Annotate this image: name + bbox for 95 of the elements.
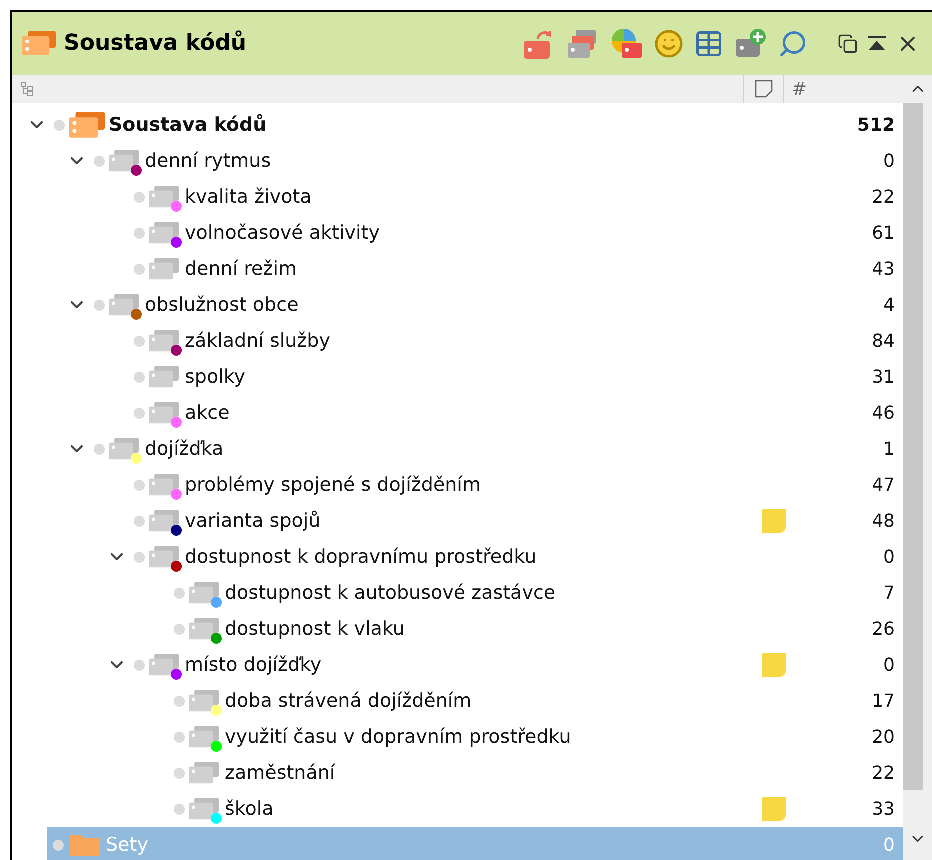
tree-item[interactable]: dostupnost k dopravnímu prostředku 0 <box>12 539 903 575</box>
tree-item[interactable]: denní režim 43 <box>12 251 903 287</box>
scrollbar[interactable] <box>903 103 932 860</box>
tag-icon <box>149 510 179 532</box>
tree-item[interactable]: doba strávená dojížděním 17 <box>12 683 903 719</box>
count-label: 17 <box>871 690 896 714</box>
item-label: dostupnost k vlaku <box>225 616 405 642</box>
count-label: 22 <box>871 186 896 210</box>
count-label: 48 <box>871 510 896 534</box>
search-icon[interactable] <box>778 28 808 58</box>
tree-item[interactable]: akce 46 <box>12 395 903 431</box>
tags-icon <box>22 30 56 56</box>
count-label: 0 <box>882 654 896 678</box>
count-label: 47 <box>871 474 896 498</box>
count-label: 46 <box>871 402 896 426</box>
count-label: 43 <box>871 258 896 282</box>
count-label: 7 <box>882 582 896 606</box>
count-label: 31 <box>871 366 896 390</box>
item-label: dojížďka <box>145 436 224 462</box>
item-label: dostupnost k dopravnímu prostředku <box>185 544 537 570</box>
tree-icon[interactable] <box>20 81 36 97</box>
tag-icon <box>189 690 219 712</box>
item-label: využití času v dopravním prostředku <box>225 724 572 750</box>
tree-item[interactable]: místo dojížďky 0 <box>12 647 903 683</box>
count-label: 1 <box>882 438 896 462</box>
count-label: 33 <box>871 798 896 822</box>
tag-icon <box>149 330 179 352</box>
tree-item[interactable]: škola 33 <box>12 791 903 827</box>
tag-icon <box>149 474 179 496</box>
item-label: volnočasové aktivity <box>185 220 380 246</box>
item-label: doba strávená dojížděním <box>225 688 472 714</box>
tag-icon <box>109 438 139 460</box>
item-label: akce <box>185 400 230 426</box>
tag-icon <box>109 294 139 316</box>
item-label: Soustava kódů <box>109 112 267 138</box>
tree-item[interactable]: Soustava kódů 512 <box>12 107 903 143</box>
tag-icon <box>149 258 179 280</box>
tag-icon <box>109 150 139 172</box>
count-label: 22 <box>871 762 896 786</box>
count-label: 26 <box>871 618 896 642</box>
column-heading[interactable]: # <box>792 76 808 102</box>
count-label: 20 <box>871 726 896 750</box>
tag-icon <box>149 366 179 388</box>
item-label: dostupnost k autobusové zastávce <box>225 580 556 606</box>
window-title: Soustava kódů <box>64 30 246 58</box>
count-label: 512 <box>856 114 896 138</box>
count-label: 0 <box>882 834 896 858</box>
item-label: Sety <box>106 832 148 858</box>
tag-icon <box>149 222 179 244</box>
item-label: kvalita života <box>185 184 312 210</box>
item-label: problémy spojené s dojížděním <box>185 472 481 498</box>
tag-icon <box>149 654 179 676</box>
tree-item[interactable]: dostupnost k vlaku 26 <box>12 611 903 647</box>
item-label: základní služby <box>185 328 330 354</box>
item-label: obslužnost obce <box>145 292 299 318</box>
tree-item[interactable]: obslužnost obce 4 <box>12 287 903 323</box>
tree-item[interactable]: dojížďka 1 <box>12 431 903 467</box>
tree-item[interactable]: problémy spojené s dojížděním 47 <box>12 467 903 503</box>
tree-item[interactable]: využití času v dopravním prostředku 20 <box>12 719 903 755</box>
tree-item[interactable]: volnočasové aktivity 61 <box>12 215 903 251</box>
item-label: varianta spojů <box>185 508 321 534</box>
count-label: 84 <box>871 330 896 354</box>
scroll-thumb[interactable] <box>903 103 923 790</box>
tree-item[interactable]: denní rytmus 0 <box>12 143 903 179</box>
tree-item[interactable]: varianta spojů 48 <box>12 503 903 539</box>
memo-column-icon[interactable] <box>754 80 772 98</box>
count-label: 0 <box>882 150 896 174</box>
item-label: denní rytmus <box>145 148 272 174</box>
table-icon[interactable] <box>694 28 724 58</box>
palette-tag-icon[interactable] <box>610 26 644 60</box>
count-label: 61 <box>871 222 896 246</box>
folder-icon <box>68 832 102 858</box>
tag-icon <box>189 582 219 604</box>
tree-item[interactable]: kvalita života 22 <box>12 179 903 215</box>
tree-item[interactable]: spolky 31 <box>12 359 903 395</box>
item-label: škola <box>225 796 274 822</box>
tree-item[interactable]: základní služby 84 <box>12 323 903 359</box>
item-label: spolky <box>185 364 246 390</box>
tree-item[interactable]: dostupnost k autobusové zastávce 7 <box>12 575 903 611</box>
item-label: místo dojížďky <box>185 652 322 678</box>
tag-icon <box>149 402 179 424</box>
tag-icon <box>189 762 219 784</box>
smiley-icon[interactable] <box>654 28 684 58</box>
restore-icon[interactable] <box>838 34 858 54</box>
tag-icon <box>149 546 179 568</box>
item-label: zaměstnání <box>225 760 336 786</box>
tag-icon <box>149 186 179 208</box>
count-label: 4 <box>882 294 896 318</box>
item-label: denní režim <box>185 256 297 282</box>
tag-icon <box>189 618 219 640</box>
tag-icon <box>189 726 219 748</box>
tag-icon <box>189 798 219 820</box>
count-label: 0 <box>882 546 896 570</box>
tags-icon <box>69 112 105 138</box>
tree-item[interactable]: zaměstnání 22 <box>12 755 903 791</box>
